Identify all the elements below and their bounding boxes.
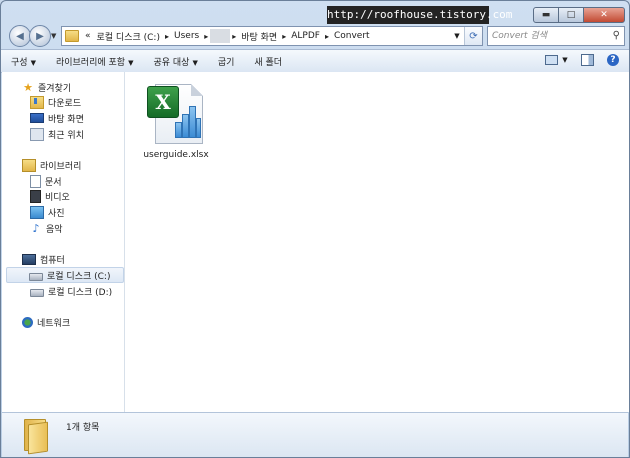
details-pane: 1개 항목 xyxy=(2,412,628,457)
help-button[interactable]: ? xyxy=(605,53,621,67)
sidebar-item-drive-c[interactable]: 로컬 디스크 (C:) xyxy=(6,267,124,283)
file-list: X userguide.xlsx xyxy=(125,72,629,412)
folder-icon xyxy=(65,30,79,42)
documents-icon xyxy=(30,174,41,188)
watermark-text: http://roofhouse.tistory.com xyxy=(327,6,512,24)
sidebar-item-drive-d[interactable]: 로컬 디스크 (D:) xyxy=(30,284,112,298)
search-input[interactable] xyxy=(488,30,604,42)
preview-pane-button[interactable] xyxy=(579,53,595,67)
explorer-window: http://roofhouse.tistory.com ▬ □ ✕ ◀ ▶ ▼… xyxy=(0,0,630,458)
sidebar-item-videos[interactable]: 비디오 xyxy=(30,189,70,203)
include-in-library-button[interactable]: 라이브러리에 포함 ▼ xyxy=(46,55,144,68)
hard-drive-icon xyxy=(30,288,44,297)
pictures-icon xyxy=(30,205,44,219)
network-icon xyxy=(22,316,33,328)
breadcrumb-alpdf[interactable]: ALPDF xyxy=(288,31,323,41)
star-icon: ★ xyxy=(23,80,33,94)
video-icon xyxy=(30,189,41,203)
sidebar-item-desktop[interactable]: 바탕 화면 xyxy=(30,111,84,125)
new-folder-button[interactable]: 새 폴더 xyxy=(244,55,292,68)
minimize-button[interactable]: ▬ xyxy=(533,7,559,23)
excel-file-icon: X xyxy=(147,82,205,144)
view-options-dropdown[interactable]: ▼ xyxy=(561,53,569,67)
music-note-icon: ♪ xyxy=(32,221,40,235)
refresh-icon[interactable]: ⟳ xyxy=(464,27,482,45)
breadcrumb-users[interactable]: Users xyxy=(171,31,202,41)
help-icon: ? xyxy=(607,54,619,66)
view-controls: ▼ ? xyxy=(533,53,621,67)
sidebar-item-favorites[interactable]: ★ 즐겨찾기 xyxy=(22,80,71,94)
forward-arrow-icon: ▶ xyxy=(36,30,44,42)
recent-places-icon xyxy=(30,127,44,141)
command-bar: 구성 ▼ 라이브러리에 포함 ▼ 공유 대상 ▼ 굽기 새 폴더 ▼ ? xyxy=(1,49,629,73)
forward-button[interactable]: ▶ xyxy=(29,25,51,47)
breadcrumb-desktop[interactable]: 바탕 화면 xyxy=(238,30,280,43)
view-icon xyxy=(544,55,558,65)
hard-drive-icon xyxy=(29,272,43,281)
sidebar-item-documents[interactable]: 문서 xyxy=(30,174,62,188)
computer-icon xyxy=(22,253,36,265)
breadcrumb-username-redacted[interactable] xyxy=(210,29,231,43)
breadcrumb-overflow[interactable]: « xyxy=(82,31,94,41)
breadcrumb-separator-icon[interactable]: ▸ xyxy=(280,32,288,41)
back-button[interactable]: ◀ xyxy=(9,25,31,47)
search-box[interactable]: ⚲ xyxy=(487,26,625,46)
burn-button[interactable]: 굽기 xyxy=(208,55,245,68)
recent-pages-dropdown-icon[interactable]: ▼ xyxy=(51,32,56,40)
organize-button[interactable]: 구성 ▼ xyxy=(1,55,46,68)
list-item[interactable]: X userguide.xlsx xyxy=(141,82,211,160)
address-dropdown-icon[interactable]: ▼ xyxy=(450,27,464,45)
share-with-button[interactable]: 공유 대상 ▼ xyxy=(143,55,207,68)
breadcrumb-convert[interactable]: Convert xyxy=(331,31,373,41)
breadcrumb-separator-icon[interactable]: ▸ xyxy=(323,32,331,41)
folder-icon xyxy=(22,419,48,455)
chevron-down-icon: ▼ xyxy=(562,56,568,64)
item-count: 1개 항목 xyxy=(66,423,100,433)
search-icon[interactable]: ⚲ xyxy=(613,30,620,41)
preview-pane-icon xyxy=(580,54,594,66)
sidebar-item-downloads[interactable]: 다운로드 xyxy=(30,95,81,109)
sidebar-item-network[interactable]: 네트워크 xyxy=(22,315,70,329)
back-arrow-icon: ◀ xyxy=(16,30,24,42)
address-bar[interactable]: « 로컬 디스크 (C:) ▸ Users ▸ ▸ 바탕 화면 ▸ ALPDF … xyxy=(61,26,483,46)
navigation-pane: ★ 즐겨찾기 다운로드 바탕 화면 최근 위치 라이브러리 문서 비디오 사진 ♪… xyxy=(2,72,125,412)
sidebar-item-computer[interactable]: 컴퓨터 xyxy=(22,252,65,266)
navigation-bar: ◀ ▶ ▼ « 로컬 디스크 (C:) ▸ Users ▸ ▸ 바탕 화면 ▸ … xyxy=(7,23,625,47)
downloads-folder-icon xyxy=(30,95,44,109)
chevron-down-icon: ▼ xyxy=(128,58,134,67)
breadcrumb-separator-icon[interactable]: ▸ xyxy=(202,32,210,41)
breadcrumb-drive-c[interactable]: 로컬 디스크 (C:) xyxy=(94,30,163,43)
breadcrumb: « 로컬 디스크 (C:) ▸ Users ▸ ▸ 바탕 화면 ▸ ALPDF … xyxy=(82,27,373,45)
caption-buttons: ▬ □ ✕ xyxy=(533,7,625,23)
library-icon xyxy=(22,158,36,172)
sidebar-item-pictures[interactable]: 사진 xyxy=(30,205,65,219)
breadcrumb-separator-icon[interactable]: ▸ xyxy=(163,32,171,41)
maximize-button[interactable]: □ xyxy=(558,7,584,23)
breadcrumb-separator-icon[interactable]: ▸ xyxy=(230,32,238,41)
chevron-down-icon: ▼ xyxy=(30,58,36,67)
sidebar-item-libraries[interactable]: 라이브러리 xyxy=(22,158,81,172)
sidebar-item-recent[interactable]: 최근 위치 xyxy=(30,127,84,141)
desktop-icon xyxy=(30,113,44,123)
file-name: userguide.xlsx xyxy=(143,150,209,160)
chevron-down-icon: ▼ xyxy=(192,58,198,67)
change-view-button[interactable] xyxy=(543,53,559,67)
close-button[interactable]: ✕ xyxy=(583,7,625,23)
sidebar-item-music[interactable]: ♪ 음악 xyxy=(30,221,62,235)
